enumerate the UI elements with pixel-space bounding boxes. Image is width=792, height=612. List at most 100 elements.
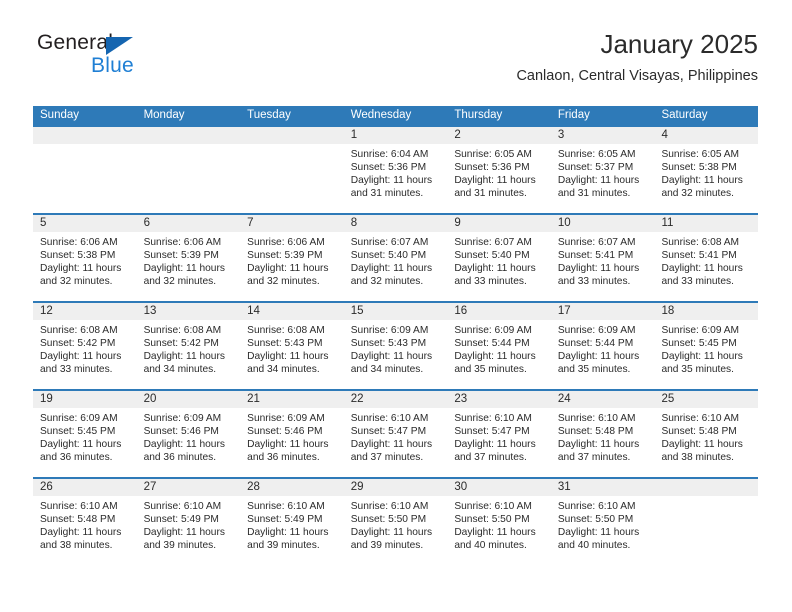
- daylight-text-line1: Daylight: 11 hours: [350, 527, 433, 539]
- daylight-text-line1: Daylight: 11 hours: [454, 439, 536, 451]
- daylight-text-line2: and 32 minutes.: [350, 276, 424, 288]
- weekday-header-sunday: Sunday: [40, 109, 80, 121]
- daylight-text-line2: and 40 minutes.: [557, 540, 631, 552]
- calendar-day-cell[interactable]: 23 Sunrise: 6:10 AM Sunset: 5:47 PM Dayl…: [447, 391, 551, 477]
- calendar-day-cell[interactable]: [136, 127, 241, 213]
- calendar-day-cell[interactable]: [33, 127, 137, 213]
- calendar-day-cell[interactable]: 15 Sunrise: 6:09 AM Sunset: 5:43 PM Dayl…: [343, 303, 448, 389]
- calendar-day-cell[interactable]: 26 Sunrise: 6:10 AM Sunset: 5:48 PM Dayl…: [33, 479, 137, 565]
- calendar-day-cell[interactable]: 18 Sunrise: 6:09 AM Sunset: 5:45 PM Dayl…: [654, 303, 759, 389]
- sunset-text: Sunset: 5:48 PM: [661, 426, 737, 438]
- calendar-day-cell[interactable]: [654, 479, 759, 565]
- calendar-day-cell[interactable]: 5 Sunrise: 6:06 AM Sunset: 5:38 PM Dayli…: [33, 215, 137, 301]
- day-details: Sunrise: 6:06 AM Sunset: 5:39 PM Dayligh…: [240, 232, 344, 288]
- generalblue-logo: General Blue: [33, 31, 243, 87]
- sunset-text: Sunset: 5:49 PM: [247, 514, 323, 526]
- sunset-text: Sunset: 5:44 PM: [557, 338, 634, 350]
- calendar-day-cell[interactable]: 11 Sunrise: 6:08 AM Sunset: 5:41 PM Dayl…: [654, 215, 759, 301]
- day-number: 17: [550, 303, 655, 320]
- calendar-day-cell[interactable]: [240, 127, 344, 213]
- calendar-week-row: 1 Sunrise: 6:04 AM Sunset: 5:36 PM Dayli…: [33, 125, 759, 213]
- daylight-text-line1: Daylight: 11 hours: [557, 351, 640, 363]
- sunrise-text: Sunrise: 6:09 AM: [350, 325, 429, 336]
- day-number: 7: [240, 215, 344, 232]
- calendar-day-cell[interactable]: 2 Sunrise: 6:05 AM Sunset: 5:36 PM Dayli…: [447, 127, 551, 213]
- calendar-day-cell[interactable]: 21 Sunrise: 6:09 AM Sunset: 5:46 PM Dayl…: [240, 391, 344, 477]
- daylight-text-line2: and 39 minutes.: [247, 540, 320, 552]
- sunset-text: Sunset: 5:50 PM: [350, 514, 427, 526]
- daylight-text-line1: Daylight: 11 hours: [557, 439, 640, 451]
- daylight-text-line1: Daylight: 11 hours: [40, 439, 122, 451]
- calendar-day-cell[interactable]: 29 Sunrise: 6:10 AM Sunset: 5:50 PM Dayl…: [343, 479, 448, 565]
- calendar-day-cell[interactable]: 17 Sunrise: 6:09 AM Sunset: 5:44 PM Dayl…: [550, 303, 655, 389]
- daylight-text-line1: Daylight: 11 hours: [143, 439, 225, 451]
- calendar-day-cell[interactable]: 3 Sunrise: 6:05 AM Sunset: 5:37 PM Dayli…: [550, 127, 655, 213]
- calendar-day-cell[interactable]: 7 Sunrise: 6:06 AM Sunset: 5:39 PM Dayli…: [240, 215, 344, 301]
- sunset-text: Sunset: 5:49 PM: [143, 514, 219, 526]
- calendar-day-cell[interactable]: 1 Sunrise: 6:04 AM Sunset: 5:36 PM Dayli…: [343, 127, 448, 213]
- sunrise-text: Sunrise: 6:07 AM: [454, 237, 532, 248]
- day-details: Sunrise: 6:10 AM Sunset: 5:48 PM Dayligh…: [551, 408, 655, 464]
- daylight-text-line2: and 37 minutes.: [350, 452, 424, 464]
- day-number: [33, 127, 137, 144]
- daylight-text-line1: Daylight: 11 hours: [247, 263, 329, 275]
- daylight-text-line1: Daylight: 11 hours: [247, 351, 329, 363]
- sunrise-text: Sunrise: 6:06 AM: [247, 237, 325, 248]
- sunrise-text: Sunrise: 6:10 AM: [350, 413, 429, 424]
- calendar-day-cell[interactable]: 19 Sunrise: 6:09 AM Sunset: 5:45 PM Dayl…: [33, 391, 137, 477]
- calendar-day-cell[interactable]: 10 Sunrise: 6:07 AM Sunset: 5:41 PM Dayl…: [550, 215, 655, 301]
- calendar-day-cell[interactable]: 24 Sunrise: 6:10 AM Sunset: 5:48 PM Dayl…: [550, 391, 655, 477]
- sunrise-text: Sunrise: 6:10 AM: [454, 501, 532, 512]
- daylight-text-line1: Daylight: 11 hours: [40, 527, 122, 539]
- calendar-day-cell[interactable]: 14 Sunrise: 6:08 AM Sunset: 5:43 PM Dayl…: [240, 303, 344, 389]
- calendar-day-cell[interactable]: 6 Sunrise: 6:06 AM Sunset: 5:39 PM Dayli…: [136, 215, 241, 301]
- day-details: Sunrise: 6:09 AM Sunset: 5:44 PM Dayligh…: [551, 320, 655, 376]
- daylight-text-line2: and 32 minutes.: [143, 276, 217, 288]
- calendar-day-cell[interactable]: 8 Sunrise: 6:07 AM Sunset: 5:40 PM Dayli…: [343, 215, 448, 301]
- calendar-day-cell[interactable]: 16 Sunrise: 6:09 AM Sunset: 5:44 PM Dayl…: [447, 303, 551, 389]
- day-number: 12: [33, 303, 137, 320]
- sunrise-text: Sunrise: 6:10 AM: [661, 413, 740, 424]
- calendar-day-cell[interactable]: 25 Sunrise: 6:10 AM Sunset: 5:48 PM Dayl…: [654, 391, 759, 477]
- day-number: 3: [550, 127, 655, 144]
- calendar-day-cell[interactable]: 31 Sunrise: 6:10 AM Sunset: 5:50 PM Dayl…: [550, 479, 655, 565]
- day-number: 19: [33, 391, 137, 408]
- sunset-text: Sunset: 5:40 PM: [350, 250, 427, 262]
- daylight-text-line2: and 34 minutes.: [143, 364, 217, 376]
- calendar-day-cell[interactable]: 28 Sunrise: 6:10 AM Sunset: 5:49 PM Dayl…: [240, 479, 344, 565]
- daylight-text-line2: and 31 minutes.: [350, 188, 424, 200]
- sunrise-text: Sunrise: 6:10 AM: [143, 501, 222, 512]
- day-details: Sunrise: 6:09 AM Sunset: 5:44 PM Dayligh…: [447, 320, 551, 376]
- page-subtitle: Canlaon, Central Visayas, Philippines: [516, 68, 758, 84]
- sunrise-text: Sunrise: 6:09 AM: [40, 413, 118, 424]
- sunset-text: Sunset: 5:38 PM: [661, 162, 737, 174]
- day-number: 25: [654, 391, 759, 408]
- daylight-text-line1: Daylight: 11 hours: [350, 175, 433, 187]
- logo-text-general: General: [37, 31, 114, 54]
- daylight-text-line2: and 37 minutes.: [557, 452, 631, 464]
- daylight-text-line2: and 32 minutes.: [40, 276, 113, 288]
- calendar-day-cell[interactable]: 9 Sunrise: 6:07 AM Sunset: 5:40 PM Dayli…: [447, 215, 551, 301]
- calendar-day-cell[interactable]: 27 Sunrise: 6:10 AM Sunset: 5:49 PM Dayl…: [136, 479, 241, 565]
- sunset-text: Sunset: 5:50 PM: [454, 514, 530, 526]
- calendar-day-cell[interactable]: 13 Sunrise: 6:08 AM Sunset: 5:42 PM Dayl…: [136, 303, 241, 389]
- sunset-text: Sunset: 5:36 PM: [454, 162, 530, 174]
- daylight-text-line1: Daylight: 11 hours: [557, 527, 640, 539]
- logo-triangle-icon: [106, 37, 133, 55]
- day-number: 28: [240, 479, 344, 496]
- calendar-day-cell[interactable]: 12 Sunrise: 6:08 AM Sunset: 5:42 PM Dayl…: [33, 303, 137, 389]
- calendar-day-cell[interactable]: 22 Sunrise: 6:10 AM Sunset: 5:47 PM Dayl…: [343, 391, 448, 477]
- day-number: [240, 127, 344, 144]
- calendar-day-cell[interactable]: 4 Sunrise: 6:05 AM Sunset: 5:38 PM Dayli…: [654, 127, 759, 213]
- day-details: Sunrise: 6:07 AM Sunset: 5:40 PM Dayligh…: [344, 232, 448, 288]
- calendar-week-row: 26 Sunrise: 6:10 AM Sunset: 5:48 PM Dayl…: [33, 477, 759, 565]
- calendar-day-cell[interactable]: 20 Sunrise: 6:09 AM Sunset: 5:46 PM Dayl…: [136, 391, 241, 477]
- day-details: Sunrise: 6:10 AM Sunset: 5:49 PM Dayligh…: [137, 496, 241, 552]
- calendar-day-cell[interactable]: 30 Sunrise: 6:10 AM Sunset: 5:50 PM Dayl…: [447, 479, 551, 565]
- daylight-text-line1: Daylight: 11 hours: [40, 351, 122, 363]
- weekday-header-wednesday: Wednesday: [350, 109, 412, 121]
- day-number: 8: [343, 215, 448, 232]
- daylight-text-line1: Daylight: 11 hours: [454, 351, 536, 363]
- sunset-text: Sunset: 5:47 PM: [350, 426, 427, 438]
- day-number: 5: [33, 215, 137, 232]
